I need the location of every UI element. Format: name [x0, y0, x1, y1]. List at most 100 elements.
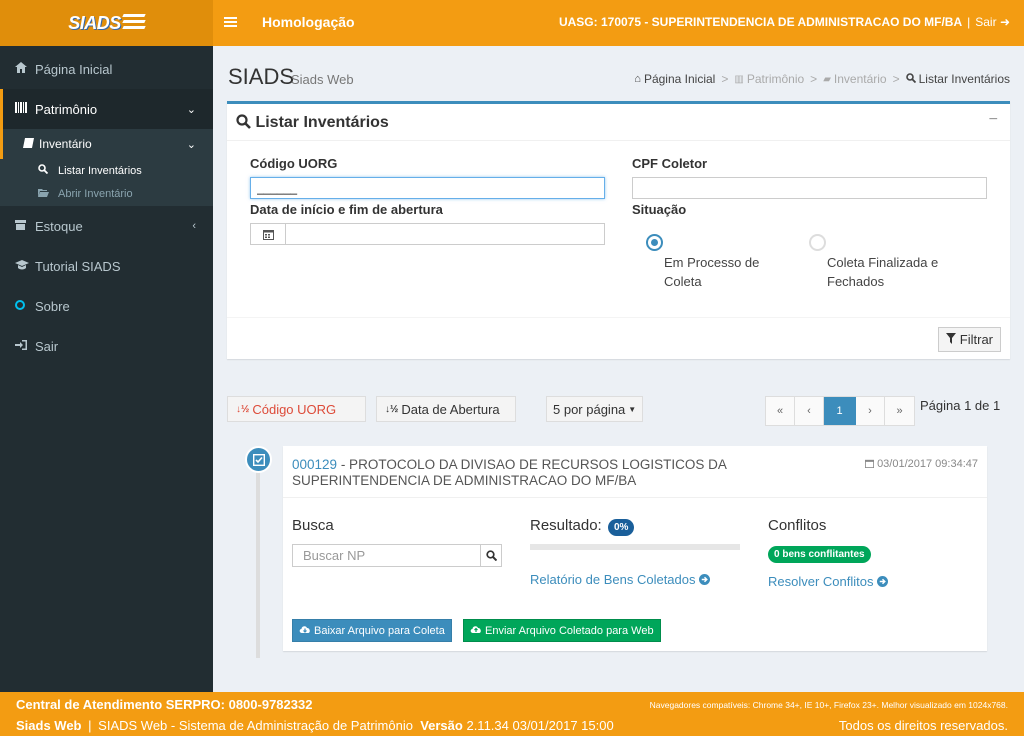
check-square-icon	[245, 446, 272, 473]
filter-box: Listar Inventários − Código UORG CPF Col…	[227, 101, 1010, 359]
cpf-coletor-input[interactable]	[632, 177, 987, 199]
arrow-circle-right-icon	[877, 574, 889, 589]
siads-logo[interactable]: SIADS	[0, 0, 213, 46]
sidebar-item-label: Tutorial SIADS	[35, 258, 121, 274]
cloud-upload-icon	[470, 625, 482, 637]
breadcrumb: ⌂ Página Inicial > ▥ Patrimônio > ▰ Inve…	[634, 72, 1010, 86]
pager-next[interactable]: ›	[856, 397, 885, 425]
home-icon	[15, 62, 35, 76]
pager-prev[interactable]: ‹	[795, 397, 824, 425]
resolver-link-label: Resolver Conflitos	[768, 574, 874, 589]
conflitos-title: Conflitos	[768, 517, 827, 534]
cpf-coletor-label: CPF Coletor	[632, 156, 708, 171]
sort-numeric-icon: ↓½	[236, 403, 250, 415]
sidebar-item-patrimonio[interactable]: Patrimônio ⌄	[0, 89, 213, 129]
per-page-value: 5 por página	[553, 401, 626, 417]
inventory-card: 000129 - PROTOCOLO DA DIVISAO DE RECURSO…	[283, 446, 987, 651]
collapse-button[interactable]: −	[989, 111, 998, 129]
radio-em-processo[interactable]	[646, 234, 663, 251]
filter-button-label: Filtrar	[959, 332, 993, 347]
sidebar-item-label: Patrimônio	[35, 101, 98, 117]
sidebar-item-label: Estoque	[35, 218, 83, 234]
footer-app-name: Siads Web	[16, 718, 82, 733]
baixar-arquivo-button[interactable]: Baixar Arquivo para Coleta	[292, 619, 452, 642]
header-separator: |	[967, 15, 971, 29]
sidebar-item-inventario[interactable]: Inventário ⌄	[0, 129, 213, 159]
barcode-icon: ▥	[734, 73, 744, 85]
sidebar-item-label: Abrir Inventário	[58, 188, 133, 200]
sign-out-icon: ➜	[999, 15, 1010, 29]
sort-codigo-uorg-button[interactable]: ↓½ Código UORG	[227, 396, 366, 422]
sidebar-item-abrir-inventario[interactable]: Abrir Inventário	[0, 182, 213, 206]
inventory-datetime-text: 03/01/2017 09:34:47	[877, 458, 978, 470]
breadcrumb-inventario[interactable]: Inventário	[834, 72, 887, 86]
search-icon	[905, 72, 916, 86]
sidebar-item-sobre[interactable]: Sobre	[0, 286, 213, 326]
calendar-icon[interactable]	[250, 223, 286, 245]
search-icon	[38, 164, 58, 177]
timeline-line	[256, 468, 260, 658]
radio-em-processo-label[interactable]: Em Processo de Coleta	[664, 253, 794, 291]
situacao-label: Situação	[632, 202, 687, 217]
pagination: « ‹ 1 › »	[765, 396, 915, 426]
radio-coleta-finalizada-label[interactable]: Coleta Finalizada e Fechados	[827, 253, 957, 291]
logo-stripes-icon	[122, 12, 146, 34]
environment-title: Homologação	[262, 14, 355, 30]
sidebar-item-estoque[interactable]: Estoque ‹	[0, 206, 213, 246]
pager-first[interactable]: «	[766, 397, 795, 425]
chevron-down-icon: ⌄	[186, 138, 196, 151]
inventory-code-link[interactable]: 000129	[292, 457, 337, 472]
sidebar-item-listar-inventarios[interactable]: Listar Inventários	[0, 159, 213, 182]
sidebar-item-tutorial-siads[interactable]: Tutorial SIADS	[0, 246, 213, 286]
breadcrumb-separator: >	[810, 72, 818, 86]
codigo-uorg-label: Código UORG	[250, 156, 338, 171]
inventory-title: 000129 - PROTOCOLO DA DIVISAO DE RECURSO…	[292, 457, 852, 489]
radio-coleta-finalizada[interactable]	[809, 234, 826, 251]
filter-icon	[945, 332, 956, 347]
chevron-left-icon: ‹	[192, 220, 196, 232]
sort-data-abertura-label: Data de Abertura	[401, 401, 500, 417]
search-np-button[interactable]	[480, 544, 502, 567]
breadcrumb-separator: >	[721, 72, 729, 86]
inventory-datetime: 03/01/2017 09:34:47	[865, 458, 978, 470]
graduation-cap-icon	[15, 259, 35, 273]
uasg-info: UASG: 170075 - SUPERINTENDENCIA DE ADMIN…	[559, 15, 1010, 29]
circle-icon	[15, 299, 35, 313]
enviar-arquivo-label: Enviar Arquivo Coletado para Web	[485, 624, 654, 637]
archive-icon	[15, 219, 35, 233]
sidebar-item-label: Inventário	[39, 137, 92, 151]
logout-label: Sair	[975, 15, 997, 29]
resultado-title: Resultado:	[530, 517, 602, 534]
resolver-conflitos-link[interactable]: Resolver Conflitos	[768, 574, 889, 589]
sign-in-icon	[15, 339, 35, 353]
breadcrumb-separator: >	[892, 72, 900, 86]
page-title: SIADS	[228, 64, 295, 89]
barcode-icon	[15, 102, 35, 116]
sort-data-abertura-button[interactable]: ↓½ Data de Abertura	[376, 396, 516, 422]
box-divider	[227, 140, 1010, 141]
codigo-uorg-input[interactable]	[250, 177, 605, 199]
footer: Central de Atendimento SERPRO: 0800-9782…	[0, 692, 1024, 736]
arrow-circle-right-icon	[699, 572, 711, 587]
breadcrumb-listar-inventarios: Listar Inventários	[918, 72, 1010, 86]
inventory-description: - PROTOCOLO DA DIVISAO DE RECURSOS LOGIS…	[292, 457, 727, 488]
relatorio-bens-coletados-link[interactable]: Relatório de Bens Coletados	[530, 572, 711, 587]
bars-icon[interactable]	[224, 13, 237, 33]
buscar-np-input[interactable]	[292, 544, 481, 567]
filter-box-title-text: Listar Inventários	[255, 114, 389, 131]
sidebar-item-pagina-inicial[interactable]: Página Inicial	[0, 49, 213, 89]
filter-button[interactable]: Filtrar	[937, 327, 1001, 352]
logout-link[interactable]: Sair ➜	[975, 15, 1010, 29]
pager-last[interactable]: »	[885, 397, 914, 425]
per-page-select[interactable]: 5 por página ▼	[546, 396, 644, 422]
pager-page-1[interactable]: 1	[824, 397, 856, 425]
enviar-arquivo-button[interactable]: Enviar Arquivo Coletado para Web	[463, 619, 661, 642]
book-icon: ▰	[823, 73, 831, 85]
box-footer-divider	[227, 317, 1010, 318]
footer-version-value: 2.11.34 03/01/2017 15:00	[466, 718, 614, 733]
data-abertura-input[interactable]	[285, 223, 605, 245]
breadcrumb-patrimonio[interactable]: Patrimônio	[747, 72, 804, 86]
conflitos-badge: 0 bens conflitantes	[768, 546, 871, 563]
sidebar-item-sair[interactable]: Sair	[0, 326, 213, 366]
breadcrumb-pagina-inicial[interactable]: Página Inicial	[644, 72, 715, 86]
